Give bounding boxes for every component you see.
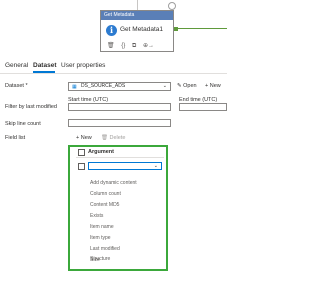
argument-select[interactable]: ⌄ [88, 162, 162, 170]
plus-icon: + [76, 135, 80, 141]
tab-general[interactable]: General [5, 62, 28, 69]
option-last-modified[interactable]: Last modified [90, 246, 120, 252]
tab-user-properties[interactable]: User properties [61, 62, 105, 69]
add-field-button[interactable]: + New [76, 135, 92, 141]
skip-line-input[interactable] [68, 119, 171, 127]
activity-name: Get Metadata1 [120, 26, 163, 33]
connector-circle-icon[interactable] [168, 2, 176, 10]
arrow-forward-icon[interactable]: ⊕→ [143, 43, 154, 49]
delete-field-label: Delete [109, 135, 126, 141]
option-item-name[interactable]: Item name [90, 224, 114, 230]
option-content-md5[interactable]: Content MD5 [90, 202, 119, 208]
dataset-icon: ▦ [72, 84, 77, 90]
option-exists[interactable]: Exists [90, 213, 103, 219]
argument-dropdown-list: Add dynamic content Column count Content… [76, 173, 166, 267]
option-column-count[interactable]: Column count [90, 191, 121, 197]
field-list-label: Field list [5, 135, 26, 141]
option-add-dynamic-content[interactable]: Add dynamic content [90, 180, 137, 186]
header-divider [76, 157, 164, 158]
option-item-type[interactable]: Item type [90, 235, 111, 241]
end-time-input[interactable] [179, 103, 227, 111]
new-dataset-button[interactable]: + New [205, 83, 221, 89]
start-time-input[interactable] [68, 103, 171, 111]
dataset-select[interactable]: ▦ DS_SOURCE_ADS ⌄ [68, 82, 171, 91]
filter-label: Filter by last modified [5, 104, 57, 110]
get-metadata-activity[interactable]: Get Metadata i Get Metadata1 🗑 {} ⧉ ⊕→ [100, 10, 174, 52]
open-label: Open [183, 83, 197, 89]
open-button[interactable]: ✎ Open [177, 83, 197, 89]
argument-column-header: Argument [88, 149, 114, 155]
row-checkbox[interactable] [78, 163, 85, 170]
activity-type-label: Get Metadata [101, 11, 173, 20]
chevron-down-icon: ⌄ [153, 163, 158, 169]
select-all-checkbox[interactable] [78, 149, 85, 156]
add-field-label: New [80, 135, 92, 141]
tab-dataset[interactable]: Dataset [33, 62, 56, 69]
success-connector-line [178, 28, 227, 29]
trash-icon: 🗑 [101, 135, 108, 141]
code-icon[interactable]: {} [121, 43, 125, 49]
chevron-down-icon: ⌄ [162, 83, 167, 89]
tab-divider [0, 73, 227, 74]
new-dataset-label: New [209, 83, 221, 89]
dataset-value: DS_SOURCE_ADS [81, 83, 126, 89]
activity-toolbar: 🗑 {} ⧉ ⊕→ [107, 42, 159, 50]
connector-line [137, 0, 138, 10]
plus-icon: + [205, 83, 209, 89]
success-output-handle[interactable] [174, 27, 178, 31]
info-icon: i [106, 25, 117, 36]
dataset-label: Dataset * [5, 83, 28, 89]
copy-icon[interactable]: ⧉ [132, 43, 136, 49]
option-structure[interactable]: Structure [90, 256, 110, 262]
delete-field-button[interactable]: 🗑 Delete [101, 135, 125, 141]
trash-icon[interactable]: 🗑 [107, 43, 115, 49]
pencil-icon: ✎ [177, 83, 182, 89]
skip-line-label: Skip line count [5, 121, 41, 127]
